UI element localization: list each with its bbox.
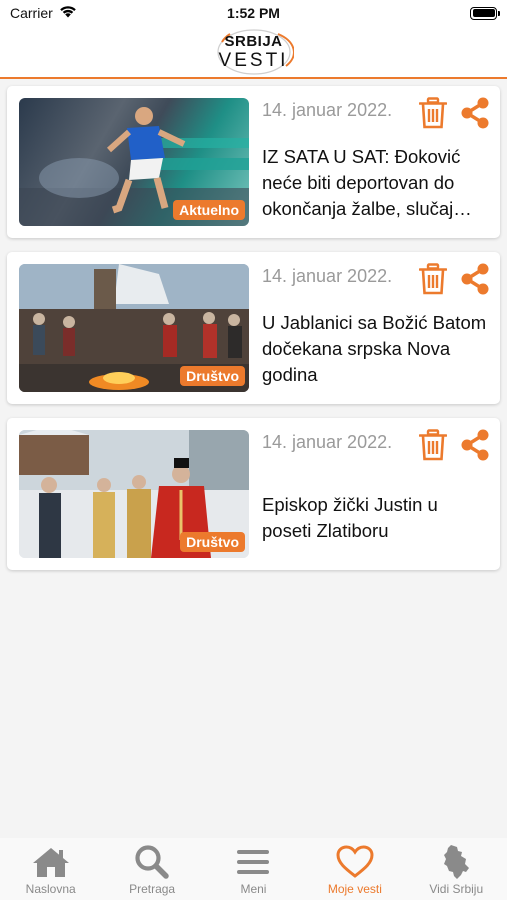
article-thumbnail[interactable]: Aktuelno	[19, 98, 249, 226]
tab-label: Meni	[240, 882, 267, 896]
status-time: 1:52 PM	[227, 5, 280, 21]
article-date: 14. januar 2022.	[262, 266, 393, 286]
search-icon	[133, 844, 171, 880]
heart-icon	[336, 844, 374, 880]
share-icon	[461, 97, 489, 129]
tab-moje-vesti[interactable]: Moje vesti	[304, 844, 405, 896]
tab-naslovna[interactable]: Naslovna	[0, 844, 101, 896]
tab-bar: Naslovna Pretraga Meni Moje vesti Vidi S…	[0, 838, 507, 900]
menu-icon	[236, 844, 270, 880]
article-title[interactable]: U Jablanici sa Božić Batom dočekana srps…	[262, 310, 490, 388]
app-header: SRBIJA VESTI	[0, 26, 507, 79]
share-icon	[461, 263, 489, 295]
tab-label: Vidi Srbiju	[429, 882, 484, 896]
category-badge[interactable]: Društvo	[180, 532, 245, 552]
app-logo[interactable]: SRBIJA VESTI	[214, 28, 294, 76]
home-icon	[31, 844, 71, 880]
serbia-map-icon	[441, 844, 471, 880]
logo-text-bottom: VESTI	[218, 49, 289, 71]
status-bar: Carrier 1:52 PM	[0, 0, 507, 26]
tab-label: Pretraga	[129, 882, 176, 896]
news-card[interactable]: Društvo 14. januar 2022. Episkop žički J	[7, 418, 500, 570]
tab-meni[interactable]: Meni	[203, 844, 304, 896]
share-icon	[461, 429, 489, 461]
trash-icon	[419, 97, 447, 129]
category-badge[interactable]: Društvo	[180, 366, 245, 386]
logo-text-top: SRBIJA	[224, 32, 283, 50]
article-date: 14. januar 2022.	[262, 100, 393, 120]
article-thumbnail[interactable]: Društvo	[19, 264, 249, 392]
news-feed: Aktuelno 14. januar 2022. IZ SATA U SAT:	[7, 86, 500, 584]
tab-label: Moje vesti	[327, 882, 382, 896]
tab-label: Naslovna	[25, 882, 76, 896]
news-card[interactable]: Društvo 14. januar 2022. U Jablanici sa	[7, 252, 500, 404]
article-thumbnail[interactable]: Društvo	[19, 430, 249, 558]
trash-icon	[419, 263, 447, 295]
delete-button[interactable]	[416, 262, 450, 296]
share-button[interactable]	[458, 262, 492, 296]
article-date: 14. januar 2022.	[262, 432, 393, 452]
share-button[interactable]	[458, 428, 492, 462]
article-title[interactable]: IZ SATA U SAT: Đoković neće biti deporto…	[262, 144, 490, 222]
news-card[interactable]: Aktuelno 14. januar 2022. IZ SATA U SAT:	[7, 86, 500, 238]
delete-button[interactable]	[416, 96, 450, 130]
battery-icon	[470, 6, 500, 20]
article-title[interactable]: Episkop žički Justin u poseti Zlatiboru	[262, 492, 490, 544]
tab-vidi-srbiju[interactable]: Vidi Srbiju	[406, 844, 507, 896]
trash-icon	[419, 429, 447, 461]
tab-pretraga[interactable]: Pretraga	[102, 844, 203, 896]
category-badge[interactable]: Aktuelno	[173, 200, 245, 220]
share-button[interactable]	[458, 96, 492, 130]
delete-button[interactable]	[416, 428, 450, 462]
